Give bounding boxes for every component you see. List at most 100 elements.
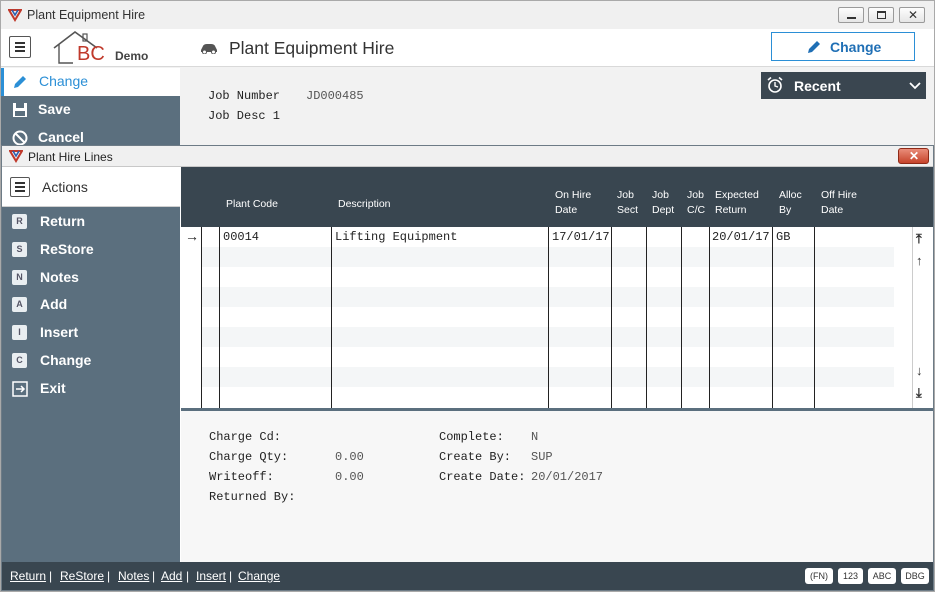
job-number-value: JD000485 — [306, 89, 364, 103]
action-restore[interactable]: S ReStore — [2, 237, 180, 263]
status-separator: | — [229, 569, 233, 583]
scroll-top-icon[interactable]: ⤒ — [916, 231, 922, 247]
action-label: Change — [40, 352, 92, 368]
status-link-change[interactable]: Change — [238, 569, 280, 583]
cell-on-hire-date[interactable]: 17/01/17 — [552, 230, 610, 244]
page-title: Plant Equipment Hire — [229, 38, 395, 58]
job-desc-label: Job Desc 1 — [208, 109, 281, 123]
col-job-dept[interactable]: Job Dept — [652, 188, 674, 218]
col-on-hire-date[interactable]: On Hire Date — [555, 188, 591, 218]
restore-icon — [877, 11, 886, 19]
minimize-button[interactable] — [838, 7, 864, 23]
cancel-icon — [12, 130, 28, 146]
scroll-up-icon[interactable]: ↑ — [916, 253, 923, 268]
col-expected-return[interactable]: Expected Return — [715, 188, 759, 218]
inner-window: Plant Hire Lines ✕ Actions R Return S Re… — [1, 145, 934, 591]
status-link-return[interactable]: Return — [10, 569, 46, 583]
chevron-down-icon — [909, 82, 921, 90]
close-icon: ✕ — [908, 8, 919, 22]
action-add[interactable]: A Add — [2, 292, 180, 318]
scroll-bottom-icon[interactable]: ⤓ — [916, 385, 922, 401]
job-number-label: Job Number — [208, 89, 281, 103]
action-label: Exit — [40, 380, 66, 396]
action-label: Notes — [40, 269, 79, 285]
pencil-icon — [14, 76, 26, 88]
action-label: ReStore — [40, 241, 94, 257]
action-exit[interactable]: Exit — [2, 376, 180, 402]
status-bar: Return | ReStore | Notes | Add | Insert … — [2, 562, 933, 590]
action-label: Add — [40, 296, 68, 312]
cell-description[interactable]: Lifting Equipment — [335, 230, 457, 244]
action-change[interactable]: C Change — [2, 348, 180, 374]
key-a-icon: A — [12, 297, 27, 312]
status-link-insert[interactable]: Insert — [196, 569, 226, 583]
grid-divider — [814, 227, 815, 408]
writeoff-value: 0.00 — [335, 470, 364, 484]
create-by-value: SUP — [531, 450, 553, 464]
col-off-hire-date[interactable]: Off Hire Date — [821, 188, 857, 218]
recent-dropdown[interactable]: Recent — [761, 72, 926, 99]
col-job-sect[interactable]: Job Sect — [617, 188, 638, 218]
col-job-cc[interactable]: Job C/C — [687, 188, 705, 218]
create-date-value: 20/01/2017 — [531, 470, 604, 484]
returned-by-label: Returned By: — [209, 490, 296, 504]
sidebar-item-save[interactable]: Save — [1, 96, 180, 124]
action-return[interactable]: R Return — [2, 209, 180, 235]
logo-text: BC — [77, 43, 105, 65]
action-notes[interactable]: N Notes — [2, 265, 180, 291]
create-date-label: Create Date: — [439, 470, 526, 484]
grid-divider — [331, 227, 332, 408]
company-logo: BC Demo — [53, 29, 163, 67]
sidebar-item-change[interactable]: Change — [1, 68, 180, 96]
change-button[interactable]: Change — [771, 32, 915, 61]
key-i-icon: I — [12, 325, 27, 340]
sidebar-item-label: Change — [39, 73, 89, 89]
status-link-notes[interactable]: Notes — [118, 569, 149, 583]
close-icon: ✕ — [909, 149, 920, 163]
grid-body: → 00014 Lifting Equipment 17/01/17 20/01… — [181, 227, 912, 408]
charge-qty-value: 0.00 — [335, 450, 364, 464]
restore-button[interactable] — [868, 7, 894, 23]
cell-alloc-by[interactable]: GB — [776, 230, 790, 244]
actions-header[interactable]: Actions — [2, 167, 180, 207]
key-c-icon: C — [12, 353, 27, 368]
action-insert[interactable]: I Insert — [2, 320, 180, 346]
action-label: Insert — [40, 324, 79, 340]
status-link-restore[interactable]: ReStore — [60, 569, 104, 583]
detail-panel: Charge Cd: Charge Qty: 0.00 Writeoff: 0.… — [181, 411, 933, 562]
inner-close-button[interactable]: ✕ — [898, 148, 929, 164]
grid-scroll-controls: ⤒ ↑ ↓ ⤓ — [912, 227, 933, 408]
grid-divider — [611, 227, 612, 408]
recent-label: Recent — [794, 78, 841, 94]
badge-dbg[interactable]: DBG — [901, 568, 929, 584]
car-icon — [201, 44, 217, 54]
window-title: Plant Equipment Hire — [27, 8, 146, 22]
status-separator: | — [186, 569, 190, 583]
sidebar-item-label: Cancel — [38, 129, 84, 145]
badge-fn[interactable]: (FN) — [805, 568, 833, 584]
status-separator: | — [49, 569, 53, 583]
change-button-label: Change — [830, 39, 882, 55]
scroll-down-icon[interactable]: ↓ — [916, 363, 923, 378]
status-link-add[interactable]: Add — [161, 569, 182, 583]
grid-divider — [681, 227, 682, 408]
cell-expected-return[interactable]: 20/01/17 — [712, 230, 770, 244]
actions-sidebar: Actions R Return S ReStore N Notes A Add… — [2, 167, 180, 562]
close-button[interactable]: ✕ — [899, 7, 925, 23]
badge-abc[interactable]: ABC — [868, 568, 896, 584]
row-pointer-icon: → — [185, 228, 199, 244]
col-plant-code[interactable]: Plant Code — [226, 182, 278, 212]
grid-divider — [709, 227, 710, 408]
outer-window: Plant Equipment Hire ✕ BC Demo Plant Equ… — [0, 0, 935, 592]
actions-label: Actions — [42, 179, 88, 195]
cell-plant-code[interactable]: 00014 — [223, 230, 259, 244]
col-alloc-by[interactable]: Alloc By — [779, 188, 802, 218]
status-separator: | — [107, 569, 111, 583]
app-logo-icon — [9, 150, 23, 163]
main-menu-button[interactable] — [9, 36, 31, 58]
badge-123[interactable]: 123 — [838, 568, 863, 584]
key-s-icon: S — [12, 242, 27, 257]
grid-header: Plant Code Description On Hire Date Job Se… — [181, 167, 933, 227]
col-description[interactable]: Description — [338, 182, 391, 212]
complete-value: N — [531, 430, 539, 444]
